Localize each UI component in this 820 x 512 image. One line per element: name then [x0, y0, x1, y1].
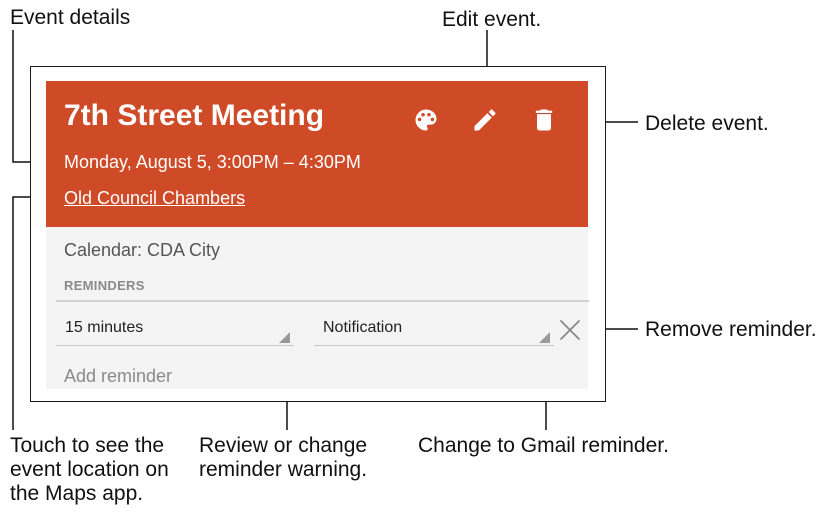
callout-touch-location: Touch to see the event location on the M… — [10, 434, 169, 505]
dropdown-corner-icon — [539, 332, 550, 343]
add-reminder-button[interactable]: Add reminder — [64, 366, 172, 387]
callout-event-details: Event details — [10, 6, 131, 29]
event-location-link[interactable]: Old Council Chambers — [64, 187, 245, 209]
reminder-time-value: 15 minutes — [65, 319, 144, 336]
callout-gmail-reminder: Change to Gmail reminder. — [418, 434, 669, 457]
dropdown-corner-icon — [279, 332, 290, 343]
event-card: 7th Street Meeting Monday, August 5, 3:0… — [46, 81, 589, 389]
pencil-icon-svg — [474, 109, 496, 131]
event-header: 7th Street Meeting Monday, August 5, 3:0… — [46, 81, 588, 227]
callout-remove-reminder: Remove reminder. — [645, 318, 817, 341]
palette-icon[interactable] — [412, 106, 440, 134]
remove-reminder-button[interactable] — [556, 316, 584, 344]
event-title: 7th Street Meeting — [64, 99, 325, 132]
reminders-header: REMINDERS — [64, 278, 145, 293]
event-calendar: Calendar: CDA City — [64, 240, 221, 260]
callout-review-reminder: Review or change reminder warning. — [199, 434, 368, 481]
reminder-method-value: Notification — [323, 319, 403, 336]
reminders-divider — [56, 300, 589, 302]
reminder-time-select[interactable]: 15 minutes — [56, 313, 294, 346]
trash-icon-svg — [535, 109, 553, 131]
reminder-method-select[interactable]: Notification — [314, 313, 554, 346]
trash-icon[interactable] — [530, 106, 558, 134]
callout-edit-event: Edit event. — [442, 8, 542, 31]
event-datetime: Monday, August 5, 3:00PM – 4:30PM — [64, 152, 361, 172]
callout-delete-event: Delete event. — [645, 112, 769, 135]
pencil-icon[interactable] — [471, 106, 499, 134]
palette-icon-svg — [415, 109, 437, 131]
close-icon — [560, 320, 580, 340]
